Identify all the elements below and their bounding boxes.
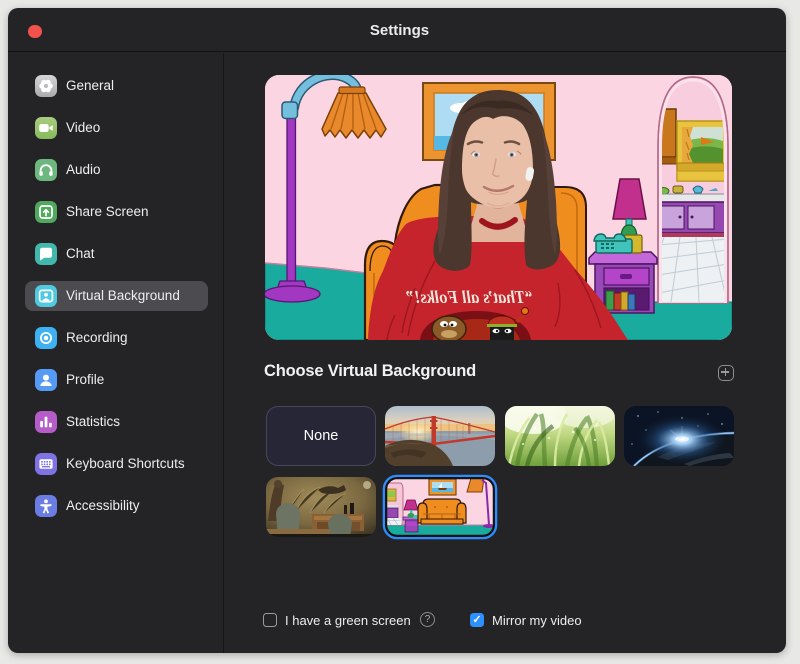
svg-text:“That’s all Folks!”: “That’s all Folks!” bbox=[406, 287, 533, 307]
